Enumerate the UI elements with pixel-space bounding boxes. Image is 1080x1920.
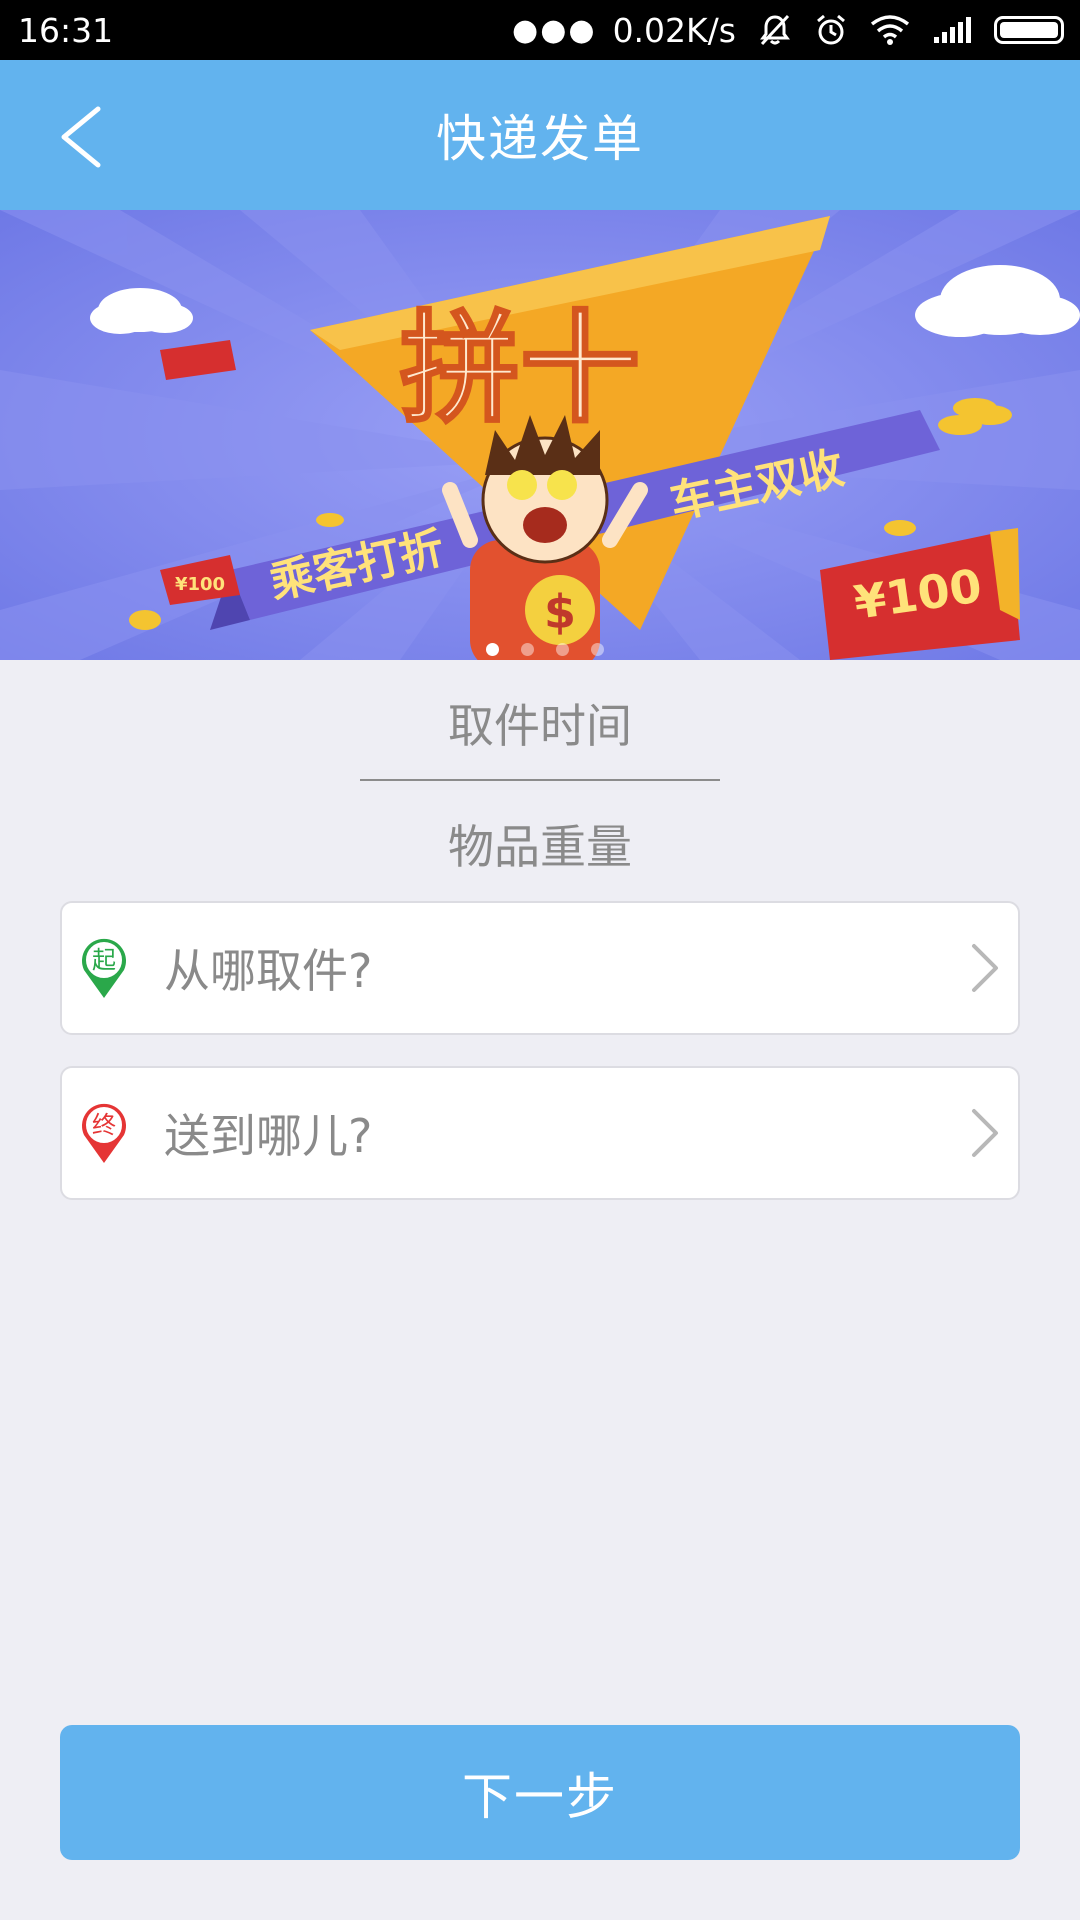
divider (360, 779, 720, 781)
promo-banner[interactable]: 拼十 乘客打折 车主双收 $ ¥100 ¥100 (0, 210, 1080, 660)
svg-text:起: 起 (92, 946, 116, 974)
alarm-icon (814, 13, 848, 47)
mute-vibrate-icon (758, 13, 792, 47)
carousel-dot[interactable] (486, 643, 499, 656)
carousel-indicator (486, 643, 604, 656)
back-arrow-icon[interactable] (50, 102, 110, 172)
app-bar: 快递发单 (0, 60, 1080, 210)
from-address-placeholder: 从哪取件? (164, 944, 373, 998)
next-step-button[interactable]: 下一步 (60, 1725, 1020, 1860)
carousel-dot[interactable] (521, 643, 534, 656)
wifi-icon (870, 14, 910, 46)
chevron-right-icon (972, 1109, 998, 1157)
more-dots-icon: ●●● (512, 12, 597, 48)
start-pin-icon: 起 (82, 938, 126, 998)
to-address-field[interactable]: 终 送到哪儿? (60, 1066, 1020, 1200)
item-weight-selector[interactable]: 物品重量 (0, 811, 1080, 877)
network-speed: 0.02K/s (612, 10, 736, 50)
chevron-right-icon (972, 944, 998, 992)
status-icons: ●●● 0.02K/s (512, 11, 1064, 50)
svg-text:$: $ (544, 585, 576, 639)
svg-text:终: 终 (92, 1111, 116, 1139)
status-bar: 16:31 ●●● 0.02K/s (0, 0, 1080, 60)
page-title: 快递发单 (436, 110, 644, 168)
svg-text:¥100: ¥100 (175, 574, 225, 595)
pickup-time-selector[interactable]: 取件时间 (0, 690, 1080, 756)
signal-icon (932, 15, 972, 45)
end-pin-icon: 终 (82, 1103, 126, 1163)
battery-icon (994, 16, 1064, 44)
carousel-dot[interactable] (556, 643, 569, 656)
carousel-dot[interactable] (591, 643, 604, 656)
from-address-field[interactable]: 起 从哪取件? (60, 901, 1020, 1035)
to-address-placeholder: 送到哪儿? (164, 1109, 373, 1163)
promo-banner-artwork: 拼十 乘客打折 车主双收 $ ¥100 ¥100 (0, 210, 1080, 660)
banner-headline: 拼十 (400, 300, 640, 439)
status-time: 16:31 (18, 10, 114, 50)
